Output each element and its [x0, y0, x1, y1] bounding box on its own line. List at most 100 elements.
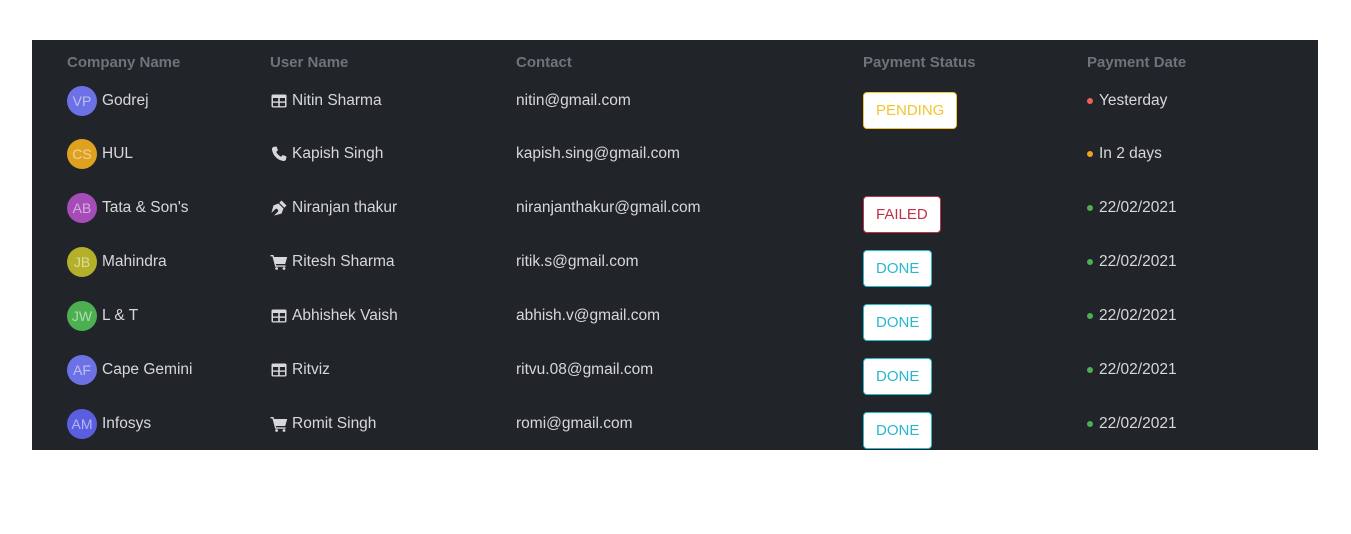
- table-row[interactable]: JB Mahindra Ritesh Sharma ritik.s@gmail.…: [32, 244, 1318, 298]
- user-cell: Abhishek Vaish: [270, 298, 516, 352]
- user-cell: Ritviz: [270, 352, 516, 406]
- date-cell: 22/02/2021: [1087, 190, 1318, 244]
- column-header-company-name[interactable]: Company Name: [32, 40, 270, 84]
- company-cell: AF Cape Gemini: [32, 352, 270, 406]
- payment-date: 22/02/2021: [1099, 415, 1177, 432]
- user-name: Romit Singh: [292, 415, 377, 432]
- user-name: Kapish Singh: [292, 145, 384, 162]
- status-dot: [1087, 98, 1093, 104]
- company-cell: AM Infosys: [32, 406, 270, 460]
- user-name: Niranjan thakur: [292, 199, 398, 216]
- status-cell: PENDING: [863, 84, 1087, 136]
- user-cell: Nitin Sharma: [270, 84, 516, 136]
- status-dot: [1087, 421, 1093, 427]
- contact-email: ritik.s@gmail.com: [516, 253, 639, 270]
- contact-email: nitin@gmail.com: [516, 92, 631, 109]
- cart-icon: [270, 254, 288, 270]
- date-cell: Yesterday: [1087, 84, 1318, 136]
- column-header-contact[interactable]: Contact: [516, 40, 863, 84]
- column-header-payment-date[interactable]: Payment Date: [1087, 40, 1318, 84]
- user-cell: Romit Singh: [270, 406, 516, 460]
- date-cell: 22/02/2021: [1087, 406, 1318, 460]
- contact-cell: niranjanthakur@gmail.com: [516, 190, 863, 244]
- date-cell: 22/02/2021: [1087, 298, 1318, 352]
- company-name: Infosys: [102, 415, 152, 432]
- table-row[interactable]: VP Godrej Nitin Sharma nitin@gmail.com P…: [32, 84, 1318, 136]
- contact-cell: nitin@gmail.com: [516, 84, 863, 136]
- header-row: Company Name User Name Contact Payment S…: [32, 40, 1318, 84]
- contact-cell: ritik.s@gmail.com: [516, 244, 863, 298]
- company-name: Mahindra: [102, 253, 167, 270]
- avatar: VP: [67, 86, 97, 116]
- table-row[interactable]: CS HUL Kapish Singh kapish.sing@gmail.co…: [32, 136, 1318, 190]
- payment-date: 22/02/2021: [1099, 199, 1177, 216]
- pen-nib-icon: [270, 200, 288, 216]
- payment-date: Yesterday: [1099, 92, 1168, 109]
- table-icon: [270, 308, 288, 324]
- phone-icon: [270, 146, 288, 162]
- status-cell: DONE: [863, 406, 1087, 460]
- status-badge: DONE: [863, 304, 933, 341]
- table-row[interactable]: JW L & T Abhishek Vaish abhish.v@gmail.c…: [32, 298, 1318, 352]
- avatar: AF: [67, 355, 97, 385]
- status-badge: PENDING: [863, 92, 958, 129]
- payments-table-panel: Company Name User Name Contact Payment S…: [32, 40, 1318, 450]
- contact-email: abhish.v@gmail.com: [516, 307, 661, 324]
- company-name: L & T: [102, 307, 139, 324]
- status-badge: DONE: [863, 250, 933, 287]
- column-header-user-name[interactable]: User Name: [270, 40, 516, 84]
- contact-email: ritvu.08@gmail.com: [516, 361, 654, 378]
- user-name: Abhishek Vaish: [292, 307, 398, 324]
- payment-date: 22/02/2021: [1099, 361, 1177, 378]
- avatar: AB: [67, 193, 97, 223]
- status-cell: FAILED: [863, 190, 1087, 244]
- date-cell: In 2 days: [1087, 136, 1318, 190]
- table-icon: [270, 362, 288, 378]
- avatar: AM: [67, 409, 97, 439]
- table-icon: [270, 93, 288, 109]
- status-badge: DONE: [863, 358, 933, 395]
- payment-date: 22/02/2021: [1099, 307, 1177, 324]
- table-row[interactable]: AB Tata & Son's Niranjan thakur niranjan…: [32, 190, 1318, 244]
- company-cell: VP Godrej: [32, 84, 270, 136]
- user-name: Ritesh Sharma: [292, 253, 395, 270]
- status-badge: FAILED: [863, 196, 941, 233]
- payment-date: 22/02/2021: [1099, 253, 1177, 270]
- status-dot: [1087, 367, 1093, 373]
- payment-date: In 2 days: [1099, 145, 1162, 162]
- company-cell: JB Mahindra: [32, 244, 270, 298]
- company-name: Cape Gemini: [102, 361, 193, 378]
- user-cell: Kapish Singh: [270, 136, 516, 190]
- contact-email: kapish.sing@gmail.com: [516, 145, 680, 162]
- status-dot: [1087, 313, 1093, 319]
- status-dot: [1087, 151, 1093, 157]
- status-cell: DONE: [863, 298, 1087, 352]
- company-cell: JW L & T: [32, 298, 270, 352]
- status-cell: DONE: [863, 352, 1087, 406]
- user-name: Ritviz: [292, 361, 330, 378]
- company-name: Godrej: [102, 92, 149, 109]
- avatar: JB: [67, 247, 97, 277]
- company-name: Tata & Son's: [102, 199, 189, 216]
- table-row[interactable]: AF Cape Gemini Ritviz ritvu.08@gmail.com…: [32, 352, 1318, 406]
- contact-email: niranjanthakur@gmail.com: [516, 199, 701, 216]
- table-header: Company Name User Name Contact Payment S…: [32, 40, 1318, 84]
- user-name: Nitin Sharma: [292, 92, 382, 109]
- status-dot: [1087, 259, 1093, 265]
- status-cell: DONE: [863, 244, 1087, 298]
- contact-cell: abhish.v@gmail.com: [516, 298, 863, 352]
- date-cell: 22/02/2021: [1087, 244, 1318, 298]
- contact-email: romi@gmail.com: [516, 415, 633, 432]
- cart-icon: [270, 416, 288, 432]
- company-name: HUL: [102, 145, 134, 162]
- table-row[interactable]: AM Infosys Romit Singh romi@gmail.com DO…: [32, 406, 1318, 460]
- status-badge: DONE: [863, 412, 933, 449]
- status-dot: [1087, 205, 1093, 211]
- contact-cell: kapish.sing@gmail.com: [516, 136, 863, 190]
- user-cell: Ritesh Sharma: [270, 244, 516, 298]
- table-body: VP Godrej Nitin Sharma nitin@gmail.com P…: [32, 84, 1318, 460]
- contact-cell: romi@gmail.com: [516, 406, 863, 460]
- column-header-payment-status[interactable]: Payment Status: [863, 40, 1087, 84]
- contact-cell: ritvu.08@gmail.com: [516, 352, 863, 406]
- avatar: CS: [67, 139, 97, 169]
